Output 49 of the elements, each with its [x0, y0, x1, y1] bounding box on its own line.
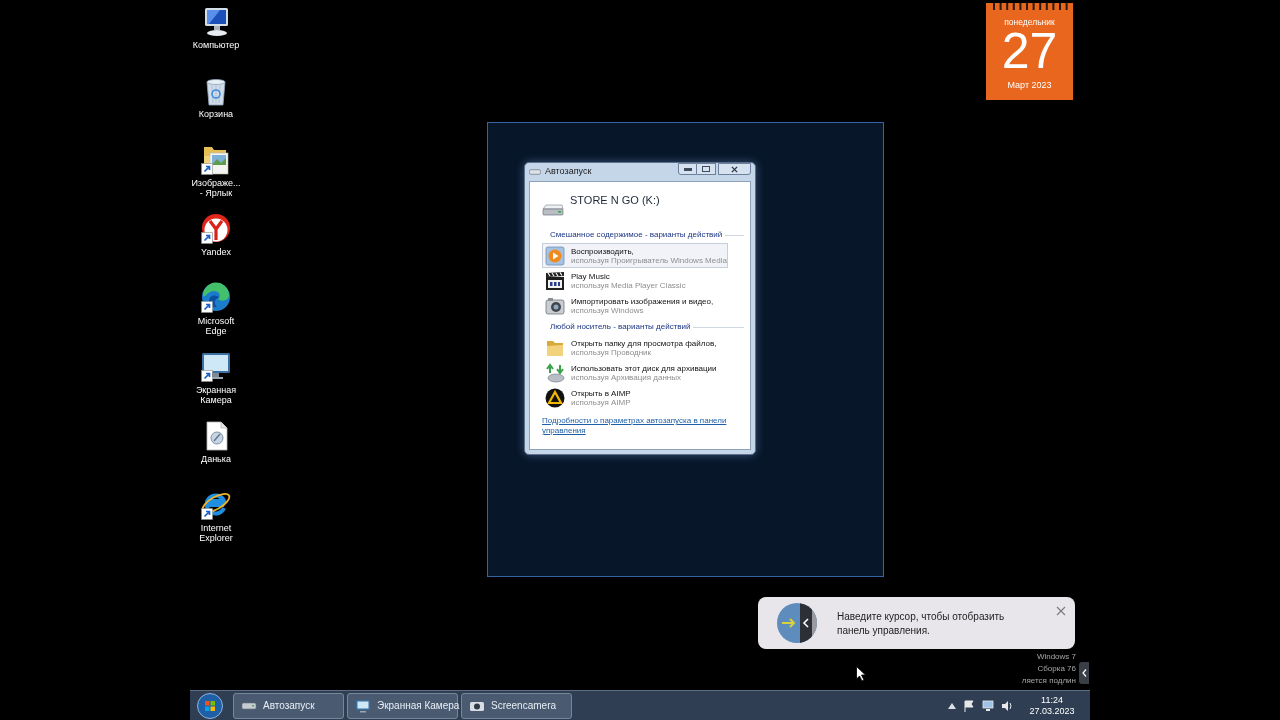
network-icon[interactable] [982, 699, 994, 712]
drive-icon [529, 169, 541, 175]
notification-text: Наведите курсор, чтобы отобразить панель управления. [837, 610, 1006, 638]
speaker-icon[interactable] [1001, 699, 1013, 712]
backup-disk-icon [545, 362, 565, 383]
desktop-shortcut[interactable]: Изображе... - Ярлык [190, 138, 242, 207]
close-icon [1056, 606, 1066, 616]
month-year-text: Март 2023 [1007, 80, 1052, 90]
media-player-icon [545, 245, 565, 266]
os-notice-text: Windows 7 [1036, 651, 1076, 663]
autoplay-option[interactable]: Воспроизводить, используя Проигрыватель Windows Media [542, 243, 728, 268]
desktop-shortcut[interactable]: Microsoft Edge [190, 276, 242, 345]
os-notice-text: Сборка 76 [1037, 663, 1076, 675]
minimize-icon [683, 167, 692, 171]
desktop-shortcut[interactable]: Корзина [190, 69, 242, 138]
mouse-pointer-icon [856, 666, 866, 682]
maximize-icon [702, 166, 710, 172]
autoplay-settings-link[interactable]: Подробности о параметрах автозапуска в панели управления [542, 416, 738, 436]
desktop-shortcut[interactable]: Экранная Камера [190, 345, 242, 414]
window-title: Автозапуск [545, 165, 592, 179]
desktop-shortcut[interactable]: Internet Explorer [190, 483, 242, 552]
clapperboard-icon [545, 270, 565, 291]
maximize-button[interactable] [697, 163, 716, 175]
tray-expand-icon[interactable] [948, 702, 956, 709]
monitor-icon [355, 697, 371, 714]
minimize-button[interactable] [678, 163, 697, 175]
section-heading: Любой носитель - варианты действий [550, 322, 691, 332]
device-name: STORE N GO (K:) [570, 194, 660, 206]
close-icon [731, 165, 738, 173]
triangle-logo-icon [545, 387, 565, 408]
taskbar-button[interactable]: Экранная Камера [347, 692, 458, 719]
day-number: 27 [1001, 27, 1058, 75]
drive-icon [542, 204, 564, 216]
taskbar-clock[interactable]: 11:24 27.03.2023 [1024, 694, 1080, 717]
chevron-left-icon [1081, 669, 1087, 677]
side-panel-handle[interactable] [1079, 662, 1089, 684]
os-notice-text: ляется подлин [1021, 675, 1076, 687]
desktop-shortcut[interactable]: Данька [190, 414, 242, 483]
flag-icon[interactable] [963, 699, 975, 712]
close-button[interactable] [718, 163, 751, 175]
start-orb-icon [197, 692, 223, 719]
taskbar-button[interactable]: Screencamera [461, 692, 572, 719]
desktop-shortcut[interactable]: Yandex [190, 207, 242, 276]
section-heading: Смешанное содержимое - варианты действий [550, 230, 723, 240]
camera-icon [545, 295, 565, 316]
panel-hint-icon [777, 603, 817, 643]
weekday-text: понедельник [1004, 17, 1055, 27]
taskbar-button[interactable]: Автозапуск [233, 692, 344, 719]
desktop-shortcut[interactable]: Компьютер [190, 0, 242, 69]
